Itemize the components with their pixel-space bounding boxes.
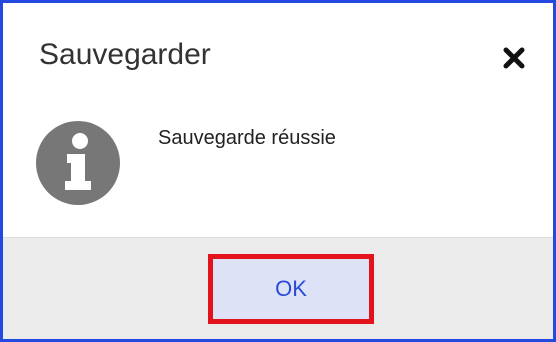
info-icon	[34, 119, 122, 207]
close-icon[interactable]	[501, 45, 527, 71]
dialog-message: Sauvegarde réussie	[158, 127, 336, 149]
ok-button[interactable]: OK	[213, 259, 369, 319]
dialog-title: Sauvegarder	[39, 38, 211, 71]
button-highlight: OK	[208, 254, 374, 324]
save-dialog: Sauvegarder Sauvegarde réussie OK	[0, 0, 556, 342]
dialog-footer: OK	[3, 237, 553, 339]
